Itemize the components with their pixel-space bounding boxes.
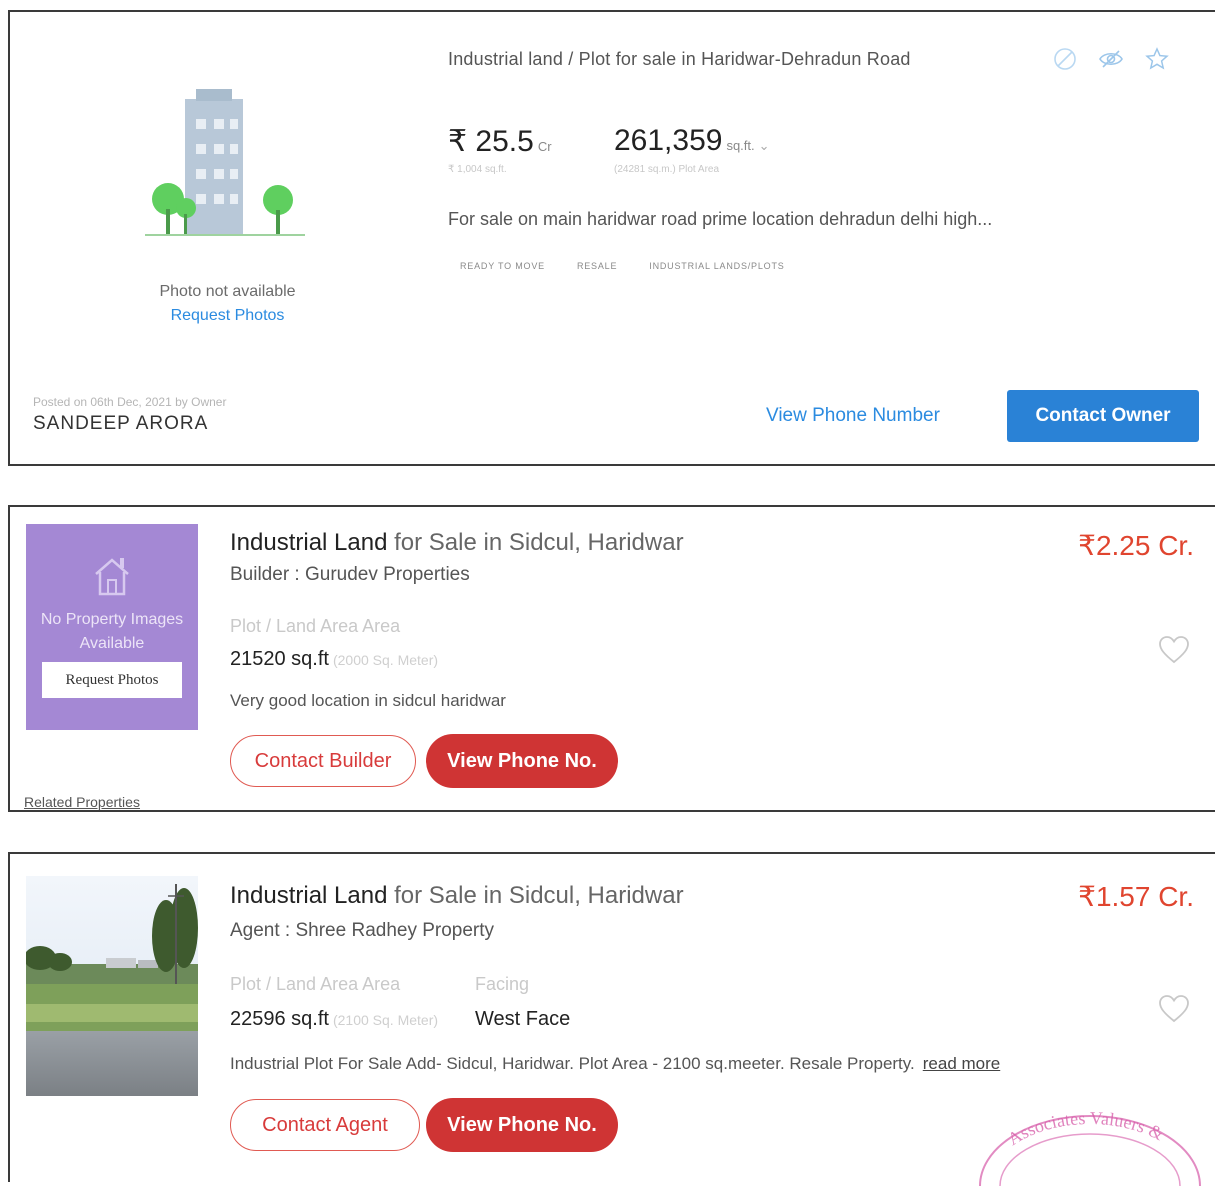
tag: READY TO MOVE (460, 261, 545, 271)
photo-unavailable-text: Photo not available (159, 283, 296, 300)
valuer-stamp: Associates Valuers & (979, 1108, 1201, 1186)
property-title[interactable]: Industrial Land for Sale in Sidcul, Hari… (230, 529, 684, 557)
area-sub: (24281 sq.m.) Plot Area (614, 164, 720, 175)
contact-builder-button[interactable]: Contact Builder (230, 735, 416, 787)
owner-name: SANDEEP ARORA (33, 413, 209, 434)
no-images-text: No Property Images Available (40, 611, 184, 652)
area-value: 22596 sq.ft (2100 Sq. Meter) (230, 1008, 439, 1030)
facing-label: Facing (475, 974, 530, 994)
no-image-placeholder: No Property Images Available Request Pho… (26, 524, 198, 730)
listing-price: ₹ 25.5 Cr (448, 125, 552, 158)
area-label: Plot / Land Area Area (230, 616, 401, 636)
area-value: 21520 sq.ft (2000 Sq. Meter) (230, 648, 439, 670)
request-photos-link[interactable]: Request Photos (110, 304, 345, 328)
listing-title[interactable]: Industrial land / Plot for sale in Harid… (448, 49, 911, 70)
posted-info: Posted on 06th Dec, 2021 by Owner (33, 395, 227, 409)
request-photos-button[interactable]: Request Photos (42, 662, 182, 698)
contact-owner-button[interactable]: Contact Owner (1007, 390, 1199, 442)
view-phone-button[interactable]: View Phone No. (426, 1098, 618, 1152)
listing-card-2: No Property Images Available Request Pho… (8, 505, 1215, 812)
home-icon (95, 558, 129, 596)
listing-description: For sale on main haridwar road prime loc… (448, 209, 993, 229)
agent-name[interactable]: Agent : Shree Radhey Property (230, 920, 494, 942)
facing-value: West Face (475, 1008, 571, 1030)
tag: RESALE (576, 261, 618, 271)
property-photo[interactable] (26, 876, 198, 1096)
view-phone-button[interactable]: View Phone No. (426, 734, 618, 788)
listing-card-3: Industrial Land for Sale in Sidcul, Hari… (8, 852, 1215, 1186)
star-icon[interactable] (1144, 46, 1170, 72)
price-per-sqft: ₹ 1,004 sq.ft. (448, 164, 507, 175)
property-price: ₹2.25 Cr. (1078, 530, 1194, 561)
listing-tags: READY TO MOVE RESALE INDUSTRIAL LANDS/PL… (460, 261, 785, 271)
listing-area[interactable]: 261,359 sq.ft. ⌄ (614, 124, 770, 158)
heart-icon[interactable] (1158, 635, 1190, 665)
read-more-link[interactable]: read more (923, 1054, 1000, 1073)
view-phone-number-link[interactable]: View Phone Number (766, 405, 940, 427)
chevron-down-icon[interactable]: ⌄ (759, 138, 770, 153)
property-price: ₹1.57 Cr. (1078, 881, 1194, 912)
property-title[interactable]: Industrial Land for Sale in Sidcul, Hari… (230, 882, 684, 910)
related-properties-link[interactable]: Related Properties (24, 794, 140, 810)
area-label: Plot / Land Area Area (230, 974, 401, 994)
photo-caption: Photo not available Request Photos (110, 280, 345, 328)
heart-icon[interactable] (1158, 994, 1190, 1024)
building-illustration (130, 84, 320, 244)
hide-eye-icon[interactable] (1098, 46, 1124, 72)
builder-name[interactable]: Builder : Gurudev Properties (230, 564, 470, 586)
block-icon[interactable] (1052, 46, 1078, 72)
property-description: Industrial Plot For Sale Add- Sidcul, Ha… (230, 1054, 1001, 1073)
property-description: Very good location in sidcul haridwar (230, 691, 506, 710)
listing-actions (1052, 46, 1170, 72)
contact-agent-button[interactable]: Contact Agent (230, 1099, 420, 1151)
tag: INDUSTRIAL LANDS/PLOTS (649, 261, 785, 271)
listing-card-1: Photo not available Request Photos Indus… (8, 10, 1215, 466)
